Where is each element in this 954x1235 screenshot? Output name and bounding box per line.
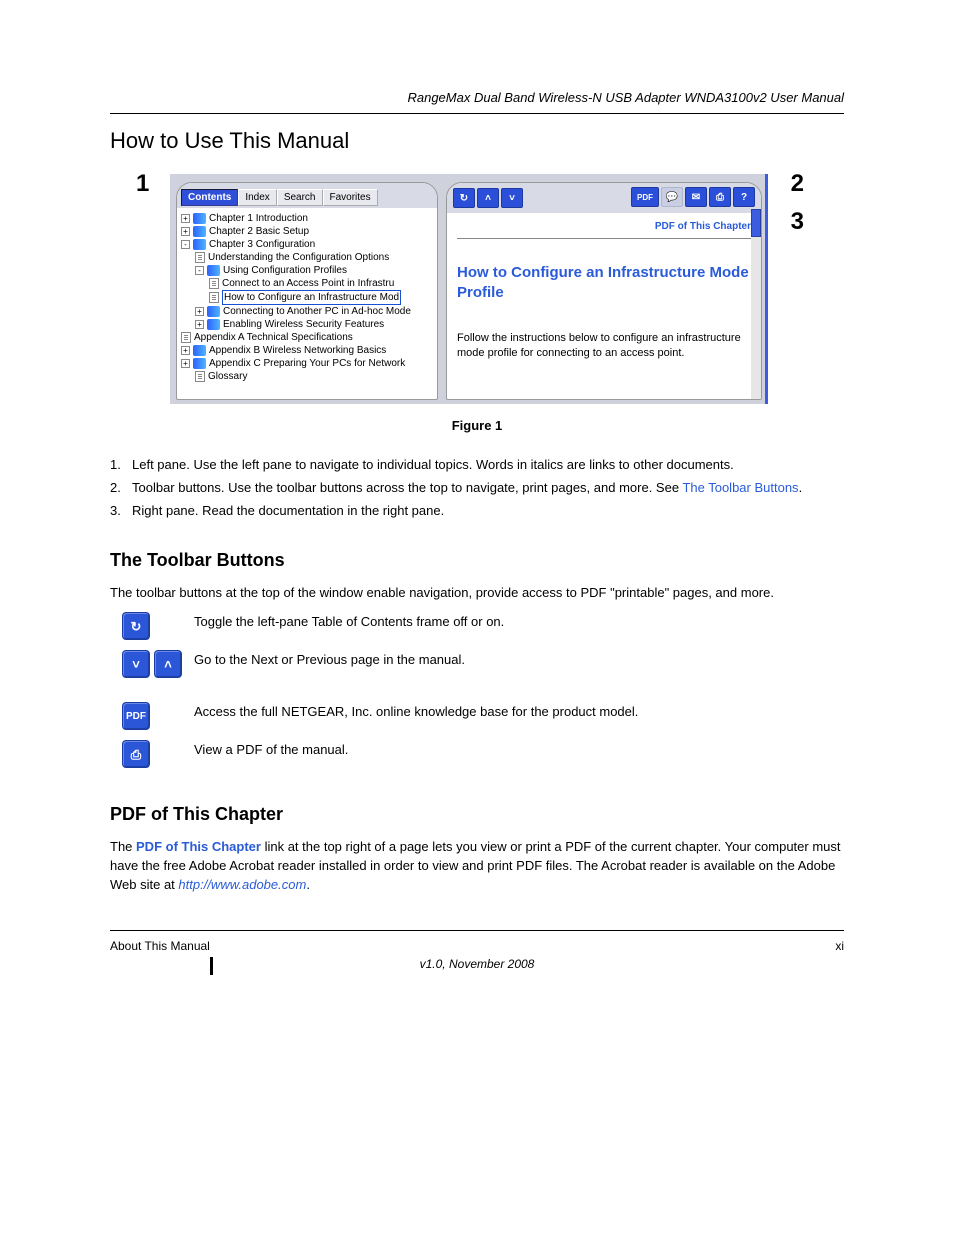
email-icon[interactable]: ✉ — [685, 187, 707, 207]
tree-item-ch1[interactable]: +Chapter 1 Introduction — [181, 212, 433, 225]
btn-desc-nav: Go to the Next or Previous page in the m… — [194, 650, 844, 669]
btn-desc-print: View a PDF of the manual. — [194, 740, 844, 759]
page-icon — [209, 278, 219, 289]
list-item-2: 2.Toolbar buttons. Use the toolbar butto… — [110, 478, 844, 497]
left-panel: Contents Index Search Favorites +Chapter… — [176, 182, 438, 400]
btn-row-pdf: PDF Access the full NETGEAR, Inc. online… — [122, 702, 844, 730]
tree-item-ch3b[interactable]: -Using Configuration Profiles — [181, 264, 433, 277]
page-footer: About This Manual xi — [110, 939, 844, 953]
footer-version: v1.0, November 2008 — [420, 957, 535, 971]
tab-favorites[interactable]: Favorites — [323, 189, 378, 206]
pdf-chapter-link-mini[interactable]: PDF of This Chapter — [457, 221, 751, 238]
pdf-chapter-link[interactable]: PDF of This Chapter — [136, 839, 261, 854]
section-title: How to Use This Manual — [110, 128, 844, 154]
btn-desc-pdf: Access the full NETGEAR, Inc. online kno… — [194, 702, 844, 721]
tree-item-ch3b2[interactable]: How to Configure an Infrastructure Mod — [181, 290, 433, 305]
book-icon — [193, 226, 206, 237]
refresh-icon[interactable]: ↻ — [453, 188, 475, 208]
right-toolbar: ↻ ˄ ˅ PDF 💬 ✉ ⎙ ? — [447, 183, 761, 213]
list-item-1: 1.Left pane. Use the left pane to naviga… — [110, 455, 844, 474]
content-title: How to Configure an Infrastructure Mode … — [457, 263, 751, 303]
btn-row-nav: ˅ ˄ Go to the Next or Previous page in t… — [122, 650, 844, 678]
tree-item-appb[interactable]: +Appendix B Wireless Networking Basics — [181, 344, 433, 357]
book-icon — [207, 319, 220, 330]
pdf-button-icon: PDF — [122, 702, 150, 730]
bottom-rule — [110, 930, 844, 931]
book-icon — [193, 345, 206, 356]
book-icon — [193, 213, 206, 224]
page-icon — [209, 292, 219, 303]
tab-search[interactable]: Search — [277, 189, 323, 206]
callout-2: 2 — [791, 170, 804, 198]
tree-item-ch3a[interactable]: Understanding the Configuration Options — [181, 251, 433, 264]
toolbar-intro: The toolbar buttons at the top of the wi… — [110, 583, 844, 602]
revision-bar — [210, 957, 213, 975]
btn-row-print: ⎙ View a PDF of the manual. — [122, 740, 844, 768]
callout-3: 3 — [791, 208, 804, 236]
tree-item-appc[interactable]: +Appendix C Preparing Your PCs for Netwo… — [181, 357, 433, 370]
content-divider — [457, 238, 751, 239]
toolbar-buttons-link[interactable]: The Toolbar Buttons — [682, 480, 798, 495]
pdf-link-heading: PDF of This Chapter — [110, 804, 844, 825]
toolbar-buttons-heading: The Toolbar Buttons — [110, 550, 844, 571]
toc-tree: +Chapter 1 Introduction +Chapter 2 Basic… — [177, 208, 437, 387]
print-button-icon: ⎙ — [122, 740, 150, 768]
tree-item-appa[interactable]: Appendix A Technical Specifications — [181, 331, 433, 344]
refresh-button-icon: ↻ — [122, 612, 150, 640]
btn-row-refresh: ↻ Toggle the left-pane Table of Contents… — [122, 612, 844, 640]
nav-up-button-icon: ˄ — [154, 650, 182, 678]
tab-contents[interactable]: Contents — [181, 189, 238, 206]
tree-item-ch3b1[interactable]: Connect to an Access Point in Infrastru — [181, 277, 433, 290]
nav-down-button-icon: ˅ — [122, 650, 150, 678]
figure-caption: Figure 1 — [110, 418, 844, 433]
top-rule — [110, 113, 844, 114]
help-screenshot: Contents Index Search Favorites +Chapter… — [170, 174, 768, 404]
tree-item-ch2[interactable]: +Chapter 2 Basic Setup — [181, 225, 433, 238]
tree-item-ch3[interactable]: -Chapter 3 Configuration — [181, 238, 433, 251]
tab-index[interactable]: Index — [238, 189, 276, 206]
book-icon — [193, 239, 206, 250]
figure-caption-label: Figure 1 — [452, 418, 503, 433]
nav-down-icon[interactable]: ˅ — [501, 188, 523, 208]
book-icon — [207, 306, 220, 317]
print-icon[interactable]: ⎙ — [709, 187, 731, 207]
help-icon[interactable]: ? — [733, 187, 755, 207]
tabs-bar: Contents Index Search Favorites — [177, 183, 437, 208]
pdf-link-paragraph: The PDF of This Chapter link at the top … — [110, 837, 844, 894]
page-icon — [195, 252, 205, 263]
footer-page: xi — [835, 939, 844, 953]
content-body: Follow the instructions below to configu… — [457, 331, 751, 361]
nav-up-icon[interactable]: ˄ — [477, 188, 499, 208]
tree-item-ch3c[interactable]: +Connecting to Another PC in Ad-hoc Mode — [181, 305, 433, 318]
feedback-icon[interactable]: 💬 — [661, 187, 683, 207]
footer-left: About This Manual — [110, 939, 210, 953]
pdf-icon[interactable]: PDF — [631, 187, 659, 207]
book-icon — [193, 358, 206, 369]
right-content: PDF of This Chapter How to Configure an … — [447, 213, 761, 399]
tree-item-ch3d[interactable]: +Enabling Wireless Security Features — [181, 318, 433, 331]
btn-desc-refresh: Toggle the left-pane Table of Contents f… — [194, 612, 844, 631]
page-icon — [181, 332, 191, 343]
list-item-3: 3.Right pane. Read the documentation in … — [110, 501, 844, 520]
figure-area: 1 2 3 Contents Index Search Favorites +C… — [150, 174, 790, 404]
page-icon — [195, 371, 205, 382]
adobe-link[interactable]: http://www.adobe.com — [178, 877, 306, 892]
callout-1: 1 — [136, 170, 149, 198]
book-icon — [207, 265, 220, 276]
right-panel: ↻ ˄ ˅ PDF 💬 ✉ ⎙ ? PDF of This Chapter H — [446, 182, 762, 400]
numbered-list: 1.Left pane. Use the left pane to naviga… — [110, 455, 844, 520]
tree-item-glossary[interactable]: Glossary — [181, 370, 433, 383]
running-header: RangeMax Dual Band Wireless-N USB Adapte… — [110, 90, 844, 105]
right-edge — [765, 174, 768, 404]
